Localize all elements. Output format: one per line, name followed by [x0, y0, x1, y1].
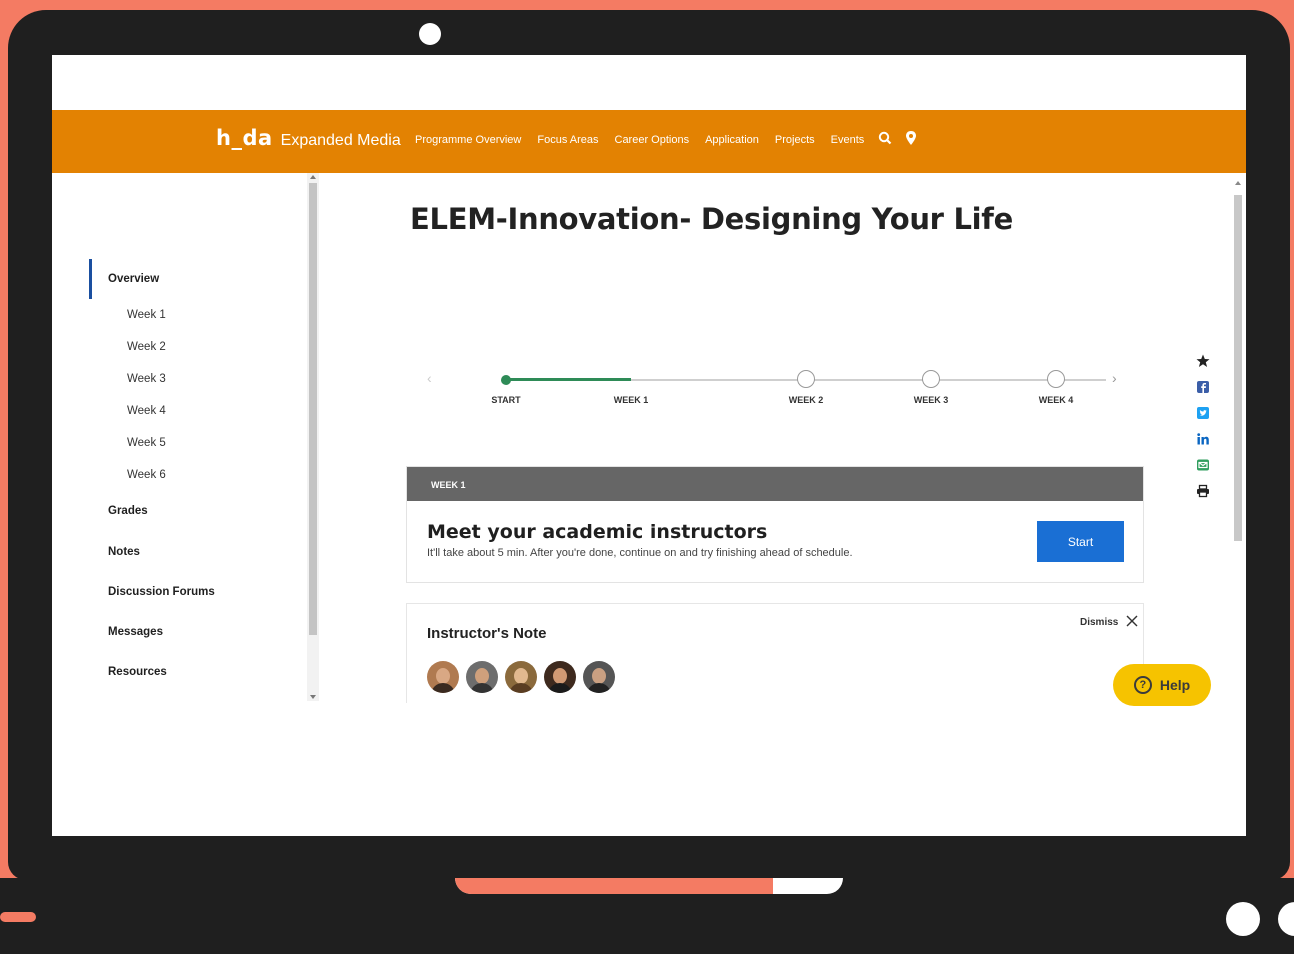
note-title: Instructor's Note	[427, 625, 547, 642]
week-card-subtitle: It'll take about 5 min. After you're don…	[427, 547, 853, 559]
timeline-label-week-4[interactable]: WEEK 4	[1039, 395, 1074, 405]
close-icon[interactable]	[1126, 615, 1138, 630]
scroll-down-arrow[interactable]	[310, 695, 316, 699]
nav-programme-overview[interactable]: Programme Overview	[415, 134, 521, 146]
browser-screen: h_da Expanded Media Programme Overview F…	[52, 55, 1246, 836]
scroll-up-arrow[interactable]	[310, 175, 316, 179]
webcam	[419, 23, 441, 45]
nav-projects[interactable]: Projects	[775, 134, 815, 146]
week-card-title: Meet your academic instructors	[427, 521, 768, 543]
timeline-progress	[506, 378, 631, 381]
email-icon[interactable]	[1196, 457, 1210, 473]
timeline-start-dot	[501, 375, 511, 385]
nav-events[interactable]: Events	[831, 134, 865, 146]
avatar[interactable]	[544, 661, 576, 693]
timeline-label-week-3[interactable]: WEEK 3	[914, 395, 949, 405]
avatar[interactable]	[466, 661, 498, 693]
course-timeline: ‹ START WEEK 1 WEEK 2 WEEK 3 WEEK 4 ›	[422, 365, 1132, 415]
laptop-hinge	[455, 878, 843, 894]
facebook-icon[interactable]	[1196, 379, 1210, 395]
course-sidebar: Overview Week 1 Week 2 Week 3 Week 4 Wee…	[52, 173, 320, 701]
sidebar-item-week-3[interactable]: Week 3	[127, 373, 166, 385]
avatar[interactable]	[505, 661, 537, 693]
scrollbar-thumb[interactable]	[1234, 195, 1242, 541]
sidebar-item-week-1[interactable]: Week 1	[127, 309, 166, 321]
sidebar-item-notes[interactable]: Notes	[108, 546, 140, 558]
search-icon[interactable]	[878, 130, 892, 146]
instructor-note-card: Instructor's Note Dismiss	[406, 603, 1144, 703]
week-4-node-icon[interactable]	[1047, 370, 1065, 388]
location-pin-icon[interactable]	[904, 130, 918, 146]
timeline-label-week-2[interactable]: WEEK 2	[789, 395, 824, 405]
twitter-icon[interactable]	[1196, 405, 1210, 421]
main-nav: Programme Overview Focus Areas Career Op…	[415, 134, 864, 146]
header-icons	[878, 130, 918, 146]
nav-focus-areas[interactable]: Focus Areas	[537, 134, 598, 146]
nav-application[interactable]: Application	[705, 134, 759, 146]
sidebar-item-discussion-forums[interactable]: Discussion Forums	[108, 586, 215, 598]
timeline-label-start: START	[491, 395, 521, 405]
dismiss-label: Dismiss	[1080, 617, 1119, 628]
sidebar-item-messages[interactable]: Messages	[108, 626, 163, 638]
week-card-header: WEEK 1	[407, 467, 1143, 501]
question-icon: ?	[1133, 676, 1152, 694]
sidebar-item-week-4[interactable]: Week 4	[127, 405, 166, 417]
avatar[interactable]	[583, 661, 615, 693]
site-logo[interactable]: h_da Expanded Media	[216, 126, 401, 150]
logo-text: Expanded Media	[280, 132, 401, 149]
timeline-label-week-1[interactable]: WEEK 1	[614, 395, 649, 405]
scrollbar-thumb[interactable]	[309, 183, 317, 635]
scroll-up-arrow[interactable]	[1235, 181, 1241, 185]
sidebar-item-overview[interactable]: Overview	[108, 273, 159, 285]
decorative-dot	[1226, 902, 1260, 936]
star-icon[interactable]	[1196, 353, 1210, 369]
timeline-prev-arrow[interactable]: ‹	[427, 370, 432, 386]
sidebar-item-week-2[interactable]: Week 2	[127, 341, 166, 353]
week-card: WEEK 1 Meet your academic instructors It…	[406, 466, 1144, 583]
active-indicator	[89, 259, 92, 299]
timeline-next-arrow[interactable]: ›	[1112, 370, 1117, 386]
linkedin-icon[interactable]	[1196, 431, 1210, 447]
page-title: ELEM-Innovation- Designing Your Life	[410, 202, 1013, 236]
site-header: h_da Expanded Media Programme Overview F…	[52, 110, 1246, 173]
dismiss-button[interactable]: Dismiss	[1080, 615, 1138, 630]
week-3-node-icon[interactable]	[922, 370, 940, 388]
sidebar-item-resources[interactable]: Resources	[108, 666, 167, 678]
decorative-dash	[0, 912, 36, 922]
start-button[interactable]: Start	[1037, 521, 1124, 562]
help-button[interactable]: ? Help	[1113, 664, 1211, 706]
sidebar-item-week-5[interactable]: Week 5	[127, 437, 166, 449]
help-label: Help	[1159, 677, 1191, 693]
print-icon[interactable]	[1196, 483, 1210, 499]
sidebar-item-grades[interactable]: Grades	[108, 505, 148, 517]
logo-mark: h_da	[216, 126, 273, 150]
avatar[interactable]	[427, 661, 459, 693]
page-scrollbar[interactable]	[1232, 175, 1244, 835]
instructor-avatars	[427, 661, 615, 693]
sidebar-item-week-6[interactable]: Week 6	[127, 469, 166, 481]
share-bar	[1194, 353, 1212, 499]
nav-career-options[interactable]: Career Options	[615, 134, 690, 146]
week-2-node-icon[interactable]	[797, 370, 815, 388]
hinge-fill	[455, 878, 774, 894]
sidebar-scrollbar[interactable]	[307, 173, 319, 701]
